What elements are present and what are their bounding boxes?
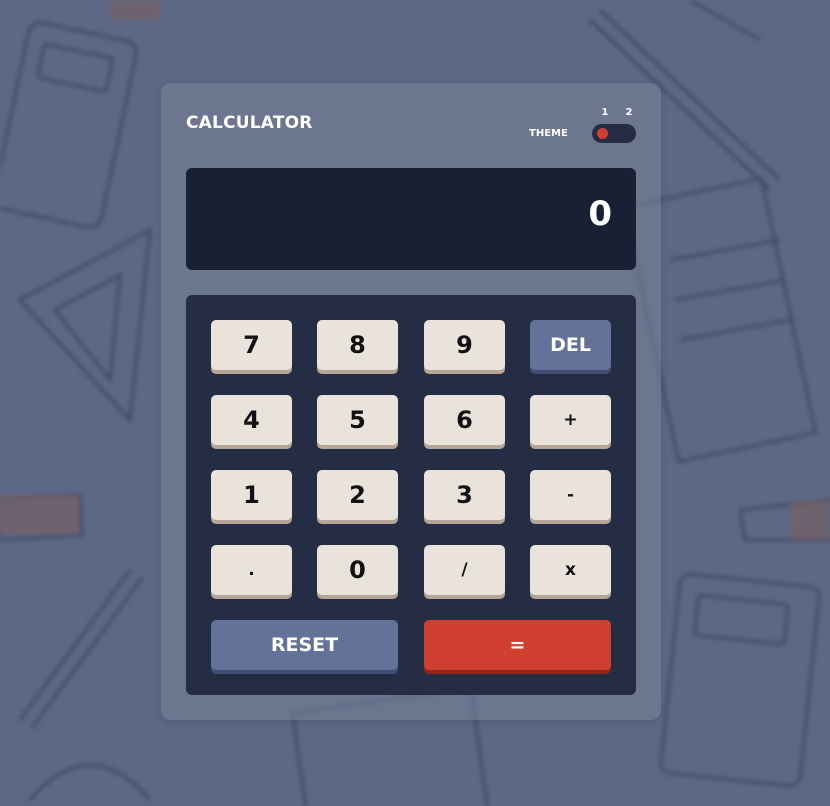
key-3[interactable]: 3 [424, 470, 505, 520]
theme-option-labels: 1 2 [599, 107, 635, 118]
display-screen: 0 [186, 168, 636, 270]
key-2[interactable]: 2 [317, 470, 398, 520]
key-1[interactable]: 1 [211, 470, 292, 520]
equals-button[interactable]: = [424, 620, 611, 670]
key-plus[interactable]: + [530, 395, 611, 445]
key-multiply[interactable]: x [530, 545, 611, 595]
theme-toggle-knob[interactable] [597, 128, 608, 139]
app-title: CALCULATOR [186, 113, 313, 133]
theme-option-1-label: 1 [601, 107, 609, 118]
key-4[interactable]: 4 [211, 395, 292, 445]
key-divide[interactable]: / [424, 545, 505, 595]
key-decimal[interactable]: . [211, 545, 292, 595]
key-minus[interactable]: - [530, 470, 611, 520]
key-9[interactable]: 9 [424, 320, 505, 370]
delete-button[interactable]: DEL [530, 320, 611, 370]
display-value: 0 [588, 194, 612, 234]
key-6[interactable]: 6 [424, 395, 505, 445]
theme-toggle[interactable] [592, 124, 636, 143]
key-8[interactable]: 8 [317, 320, 398, 370]
reset-button[interactable]: RESET [211, 620, 398, 670]
theme-option-2-label: 2 [625, 107, 633, 118]
key-7[interactable]: 7 [211, 320, 292, 370]
key-0[interactable]: 0 [317, 545, 398, 595]
key-5[interactable]: 5 [317, 395, 398, 445]
calculator-card: CALCULATOR THEME 1 2 0 7 8 9 DEL 4 5 6 +… [161, 83, 661, 720]
keypad: 7 8 9 DEL 4 5 6 + 1 2 3 - . 0 / x RESET … [186, 295, 636, 695]
theme-label: THEME [529, 128, 568, 139]
